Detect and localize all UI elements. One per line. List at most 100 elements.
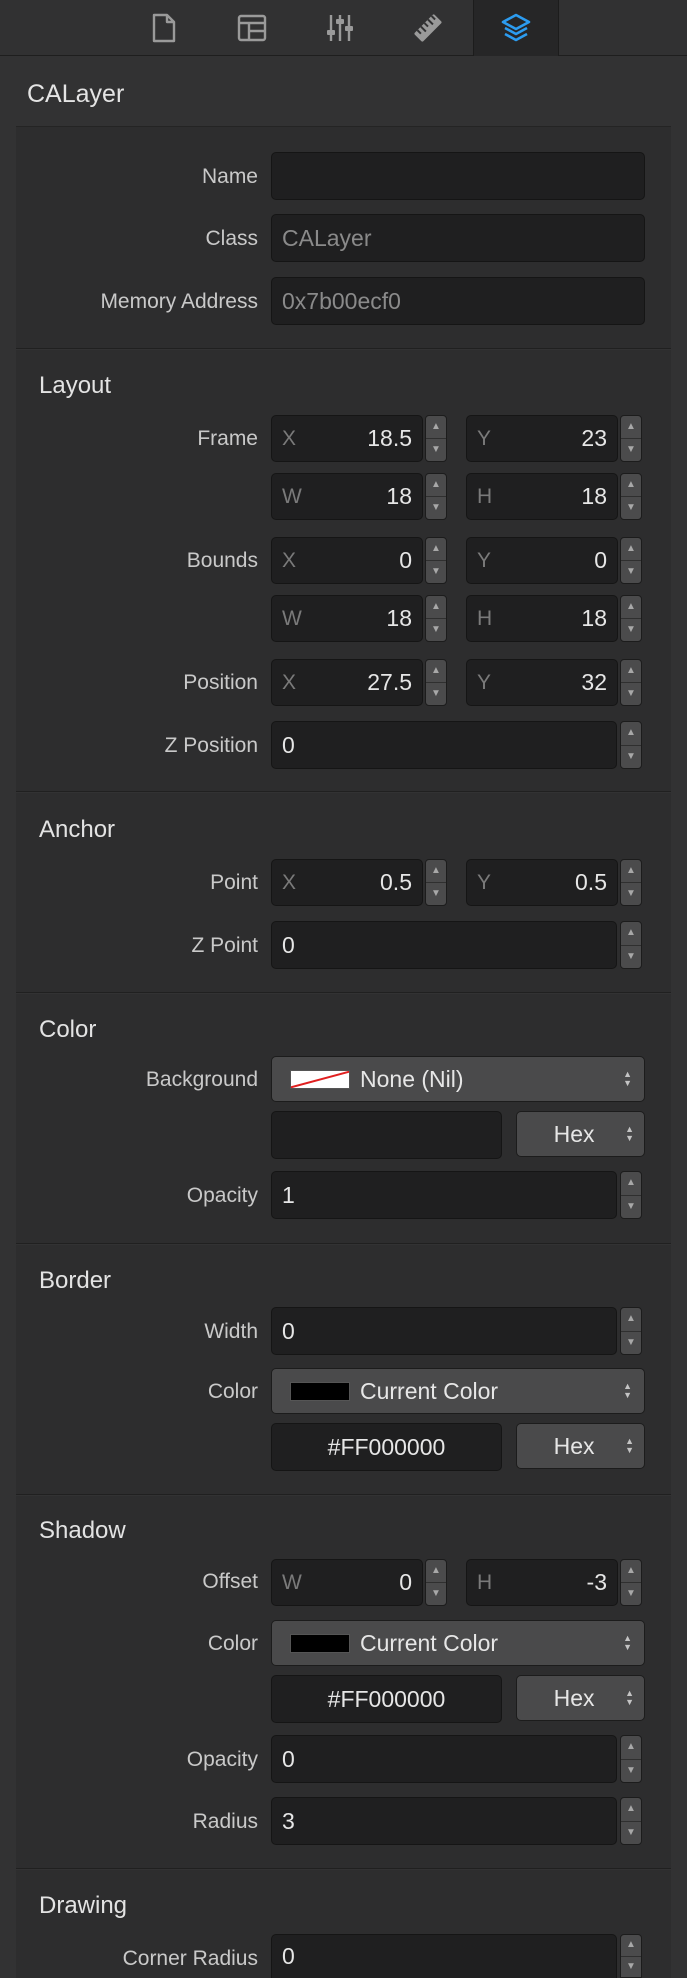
stepper-up-icon[interactable]: ▲ (426, 1560, 446, 1582)
frame-y-field[interactable]: Y 23 (466, 415, 618, 462)
shadow-radius-stepper[interactable]: ▲ ▼ (620, 1797, 642, 1845)
frame-w-field[interactable]: W 18 (271, 473, 423, 520)
stepper-up-icon[interactable]: ▲ (621, 722, 641, 745)
border-width-field[interactable]: 0 (271, 1307, 617, 1355)
stepper-down-icon[interactable]: ▼ (621, 1955, 641, 1978)
stepper-down-icon[interactable]: ▼ (426, 496, 446, 519)
tab-attributes[interactable] (297, 0, 383, 56)
stepper-up-icon[interactable]: ▲ (621, 596, 641, 618)
shadow-color-popup[interactable]: Current Color ▲ ▼ (271, 1620, 645, 1666)
tab-size[interactable] (385, 0, 471, 56)
z-position-field[interactable]: 0 (271, 721, 617, 769)
shadow-hex-field[interactable]: #FF000000 (271, 1675, 502, 1723)
border-width-stepper[interactable]: ▲ ▼ (620, 1307, 642, 1355)
frame-w-stepper[interactable]: ▲ ▼ (425, 473, 447, 520)
stepper-up-icon[interactable]: ▲ (621, 922, 641, 945)
stepper-down-icon[interactable]: ▼ (621, 1820, 641, 1845)
stepper-up-icon[interactable]: ▲ (621, 1736, 641, 1759)
border-format-popup[interactable]: Hex ▲ ▼ (516, 1423, 645, 1469)
stepper-up-icon[interactable]: ▲ (621, 1172, 641, 1195)
border-color-popup[interactable]: Current Color ▲ ▼ (271, 1368, 645, 1414)
background-format-popup[interactable]: Hex ▲ ▼ (516, 1111, 645, 1157)
frame-y-stepper[interactable]: ▲ ▼ (620, 415, 642, 462)
stepper-down-icon[interactable]: ▼ (621, 618, 641, 641)
stepper-up-icon[interactable]: ▲ (621, 416, 641, 438)
stepper-up-icon[interactable]: ▲ (426, 860, 446, 882)
frame-h-stepper[interactable]: ▲ ▼ (620, 473, 642, 520)
stepper-up-icon[interactable]: ▲ (621, 538, 641, 560)
tab-layers[interactable] (473, 0, 559, 56)
opacity-field[interactable]: 1 (271, 1171, 617, 1219)
shadow-offset-h-stepper[interactable]: ▲ ▼ (620, 1559, 642, 1606)
stepper-down-icon[interactable]: ▼ (426, 438, 446, 461)
stepper-down-icon[interactable]: ▼ (426, 682, 446, 705)
opacity-stepper[interactable]: ▲ ▼ (620, 1171, 642, 1219)
stepper-up-icon[interactable]: ▲ (621, 1308, 641, 1331)
bounds-x-field[interactable]: X0 (271, 537, 423, 584)
stepper-down-icon[interactable]: ▼ (621, 944, 641, 969)
shadow-format-popup[interactable]: Hex ▲ ▼ (516, 1675, 645, 1721)
shadow-opacity-field[interactable]: 0 (271, 1735, 617, 1783)
shadow-offset-w-stepper[interactable]: ▲ ▼ (425, 1559, 447, 1606)
stepper-up-icon[interactable]: ▲ (621, 1935, 641, 1956)
position-y-field[interactable]: Y 32 (466, 659, 618, 706)
bounds-w-field[interactable]: W 18 (271, 595, 423, 642)
shadow-offset-h-field[interactable]: H -3 (466, 1559, 618, 1606)
stepper-down-icon[interactable]: ▼ (621, 1194, 641, 1219)
bounds-y-field[interactable]: Y0 (466, 537, 618, 584)
memory-address-field[interactable]: 0x7b00ecf0 (271, 277, 645, 325)
anchor-x-stepper[interactable]: ▲ ▼ (425, 859, 447, 906)
bounds-w-stepper[interactable]: ▲ ▼ (425, 595, 447, 642)
anchor-x-field[interactable]: X 0.5 (271, 859, 423, 906)
stepper-down-icon[interactable]: ▼ (621, 744, 641, 769)
z-position-stepper[interactable]: ▲ ▼ (620, 721, 642, 769)
class-field[interactable]: CALayer (271, 214, 645, 262)
z-point-field[interactable]: 0 (271, 921, 617, 969)
stepper-down-icon[interactable]: ▼ (621, 1758, 641, 1783)
stepper-up-icon[interactable]: ▲ (426, 596, 446, 618)
stepper-down-icon[interactable]: ▼ (621, 496, 641, 519)
frame-h-field[interactable]: H 18 (466, 473, 618, 520)
stepper-up-icon[interactable]: ▲ (621, 860, 641, 882)
stepper-down-icon[interactable]: ▼ (621, 882, 641, 905)
bounds-x-stepper[interactable]: ▲ ▼ (425, 537, 447, 584)
stepper-down-icon[interactable]: ▼ (426, 882, 446, 905)
anchor-y-field[interactable]: Y 0.5 (466, 859, 618, 906)
stepper-down-icon[interactable]: ▼ (426, 560, 446, 583)
tab-file[interactable] (121, 0, 207, 56)
name-field[interactable] (271, 152, 645, 200)
position-x-field[interactable]: X 27.5 (271, 659, 423, 706)
shadow-offset-w-field[interactable]: W0 (271, 1559, 423, 1606)
stepper-down-icon[interactable]: ▼ (426, 618, 446, 641)
corner-radius-stepper[interactable]: ▲ ▼ (620, 1934, 642, 1978)
position-x-stepper[interactable]: ▲ ▼ (425, 659, 447, 706)
stepper-down-icon[interactable]: ▼ (621, 1582, 641, 1605)
stepper-up-icon[interactable]: ▲ (426, 416, 446, 438)
stepper-up-icon[interactable]: ▲ (621, 474, 641, 496)
z-point-stepper[interactable]: ▲ ▼ (620, 921, 642, 969)
bounds-y-stepper[interactable]: ▲ ▼ (620, 537, 642, 584)
frame-x-stepper[interactable]: ▲ ▼ (425, 415, 447, 462)
background-color-popup[interactable]: None (Nil) ▲ ▼ (271, 1056, 645, 1102)
border-hex-field[interactable]: #FF000000 (271, 1423, 502, 1471)
stepper-up-icon[interactable]: ▲ (621, 1560, 641, 1582)
stepper-up-icon[interactable]: ▲ (426, 474, 446, 496)
stepper-up-icon[interactable]: ▲ (426, 660, 446, 682)
frame-x-field[interactable]: X 18.5 (271, 415, 423, 462)
background-hex-field[interactable] (271, 1111, 502, 1159)
stepper-up-icon[interactable]: ▲ (621, 660, 641, 682)
bounds-h-field[interactable]: H 18 (466, 595, 618, 642)
shadow-radius-field[interactable]: 3 (271, 1797, 617, 1845)
position-y-stepper[interactable]: ▲ ▼ (620, 659, 642, 706)
stepper-up-icon[interactable]: ▲ (621, 1798, 641, 1821)
anchor-y-stepper[interactable]: ▲ ▼ (620, 859, 642, 906)
stepper-up-icon[interactable]: ▲ (426, 538, 446, 560)
stepper-down-icon[interactable]: ▼ (621, 560, 641, 583)
tab-layout[interactable] (209, 0, 295, 56)
stepper-down-icon[interactable]: ▼ (621, 682, 641, 705)
stepper-down-icon[interactable]: ▼ (621, 438, 641, 461)
shadow-opacity-stepper[interactable]: ▲ ▼ (620, 1735, 642, 1783)
corner-radius-field[interactable]: 0 (271, 1934, 617, 1978)
stepper-down-icon[interactable]: ▼ (426, 1582, 446, 1605)
stepper-down-icon[interactable]: ▼ (621, 1330, 641, 1355)
